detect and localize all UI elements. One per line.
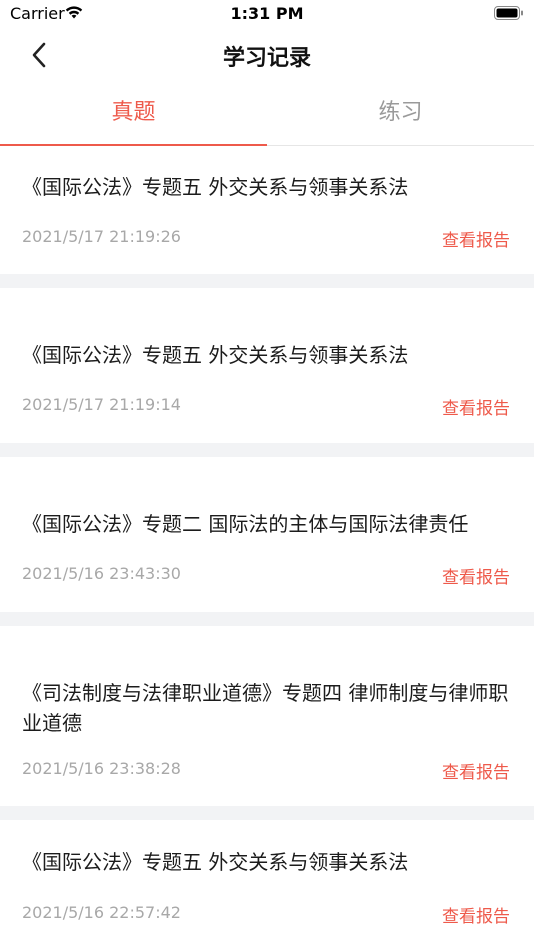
view-report-button[interactable]: 查看报告 <box>442 902 510 927</box>
record-time: 2021/5/16 22:57:42 <box>22 903 181 922</box>
status-bar: Carrier 1:31 PM <box>0 0 534 28</box>
record-time: 2021/5/17 21:19:14 <box>22 395 181 414</box>
record-title: 《国际公法》专题五 外交关系与领事关系法 <box>22 175 409 199</box>
record-time: 2021/5/16 23:38:28 <box>22 759 181 778</box>
view-report-button[interactable]: 查看报告 <box>442 758 510 783</box>
list-item[interactable]: 《国际公法》专题五 外交关系与领事关系法 2021/5/16 22:57:42 … <box>0 820 534 950</box>
list-item[interactable]: 《国际公法》专题二 国际法的主体与国际法律责任 2021/5/16 23:43:… <box>0 457 534 612</box>
view-report-button[interactable]: 查看报告 <box>442 563 510 588</box>
record-time: 2021/5/17 21:19:26 <box>22 227 181 246</box>
divider <box>0 806 534 820</box>
view-report-button[interactable]: 查看报告 <box>442 394 510 419</box>
tab-real-exam[interactable]: 真题 <box>0 88 267 146</box>
tab-practice[interactable]: 练习 <box>267 88 534 146</box>
divider <box>0 274 534 288</box>
nav-bar: 学习记录 <box>0 30 534 80</box>
divider <box>0 612 534 626</box>
record-title: 《国际公法》专题五 外交关系与领事关系法 <box>22 850 409 874</box>
view-report-button[interactable]: 查看报告 <box>442 226 510 251</box>
record-time: 2021/5/16 23:43:30 <box>22 564 181 583</box>
record-title: 《国际公法》专题五 外交关系与领事关系法 <box>22 343 409 367</box>
tab-bar: 真题 练习 <box>0 88 534 146</box>
list-item[interactable]: 《司法制度与法律职业道德》专题四 律师制度与律师职业道德 2021/5/16 2… <box>0 626 534 806</box>
list-item[interactable]: 《国际公法》专题五 外交关系与领事关系法 2021/5/17 21:19:14 … <box>0 288 534 443</box>
clock: 1:31 PM <box>230 4 304 23</box>
page-title: 学习记录 <box>222 46 311 71</box>
divider <box>0 443 534 457</box>
record-title: 《司法制度与法律职业道德》专题四 律师制度与律师职业道德 <box>22 681 509 735</box>
list-item[interactable]: 《国际公法》专题五 外交关系与领事关系法 2021/5/17 21:19:26 … <box>0 146 534 274</box>
record-title: 《国际公法》专题二 国际法的主体与国际法律责任 <box>22 512 469 536</box>
battery-icon <box>494 6 523 20</box>
